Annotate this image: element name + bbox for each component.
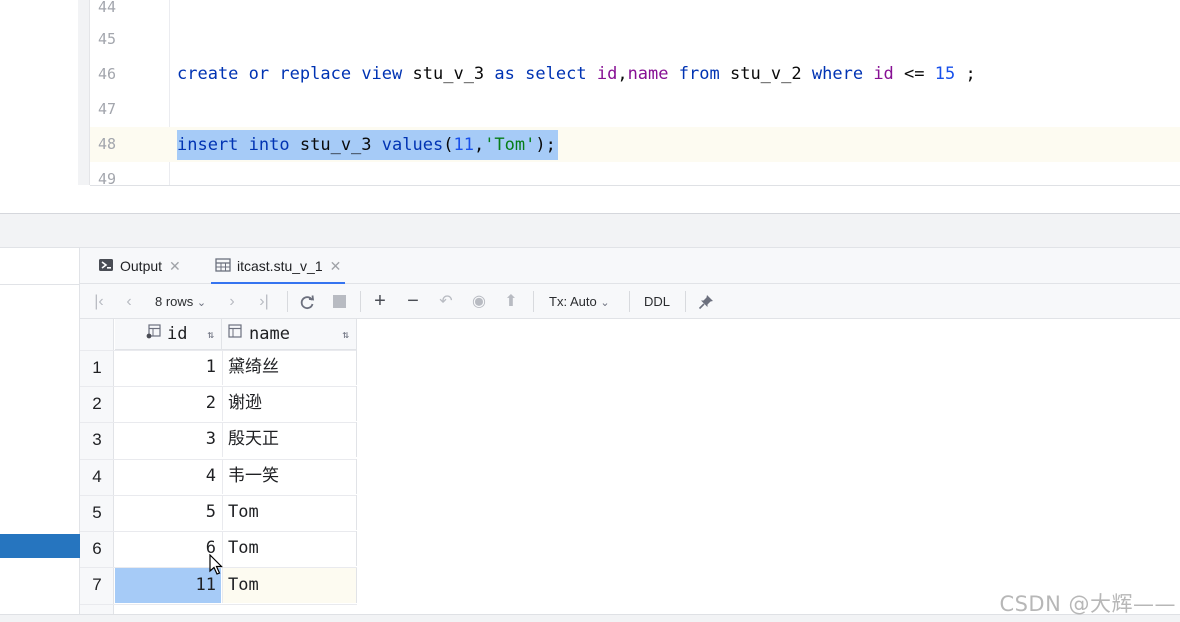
cell-id-selected[interactable]: 11 bbox=[115, 568, 221, 603]
toolbar-separator bbox=[629, 291, 630, 312]
editor-bottom-area bbox=[90, 185, 1180, 213]
key-column-icon bbox=[146, 324, 161, 344]
result-tabs: Output ✕ itcast.stu_v_1 ✕ bbox=[80, 248, 1180, 285]
cell-id[interactable]: 2 bbox=[115, 386, 221, 421]
add-row-icon[interactable]: + bbox=[369, 284, 391, 319]
code-line-47[interactable]: 47 bbox=[90, 92, 1180, 127]
row-number[interactable]: 2 bbox=[80, 386, 114, 422]
cell-name[interactable]: 韦一笑 bbox=[222, 459, 357, 494]
cell-name[interactable]: Tom bbox=[222, 531, 357, 566]
close-icon[interactable]: ✕ bbox=[330, 258, 342, 275]
cell-id[interactable]: 6 bbox=[115, 531, 221, 566]
row-number[interactable]: 5 bbox=[80, 495, 114, 531]
cell-id[interactable]: 4 bbox=[115, 459, 221, 494]
code-text-insert-selected[interactable]: insert into stu_v_3 values(11,'Tom'); bbox=[177, 130, 558, 160]
cell-name[interactable]: Tom bbox=[222, 495, 357, 530]
transaction-mode-selector[interactable]: Tx: Auto ⌄ bbox=[549, 284, 610, 319]
cell-name[interactable]: 殷天正 bbox=[222, 422, 357, 457]
submit-icon[interactable]: ⬆ bbox=[500, 284, 522, 319]
cell-name[interactable]: 谢逊 bbox=[222, 386, 357, 421]
previous-page-icon[interactable]: ‹ bbox=[120, 284, 138, 319]
rows-count-selector[interactable]: 8 rows ⌄ bbox=[155, 284, 206, 319]
column-header-name[interactable]: name ⇅ bbox=[222, 319, 357, 350]
row-number[interactable]: 3 bbox=[80, 422, 114, 458]
delete-row-icon[interactable]: − bbox=[402, 284, 424, 319]
csdn-watermark: CSDN @大辉—— bbox=[999, 592, 1176, 616]
sort-icon[interactable]: ⇅ bbox=[207, 319, 214, 350]
toolbar-separator bbox=[533, 291, 534, 312]
row-number[interactable]: 6 bbox=[80, 531, 114, 567]
divider bbox=[0, 284, 80, 285]
sort-icon[interactable]: ⇅ bbox=[342, 319, 349, 350]
cell-name[interactable]: Tom bbox=[222, 568, 357, 603]
tab-itcast-label: itcast.stu_v_1 bbox=[237, 258, 323, 274]
code-line-48[interactable]: 48 insert into stu_v_3 values(11,'Tom'); bbox=[90, 127, 1180, 162]
column-header-id[interactable]: id ⇅ bbox=[115, 319, 222, 350]
row-number[interactable]: 1 bbox=[80, 350, 114, 386]
code-line-46[interactable]: 46 create or replace view stu_v_3 as sel… bbox=[90, 57, 1180, 92]
editor-left-strip bbox=[78, 0, 90, 185]
ddl-button[interactable]: DDL bbox=[644, 284, 670, 319]
line-number: 48 bbox=[98, 135, 117, 153]
next-page-icon[interactable]: › bbox=[223, 284, 241, 319]
services-left-panel bbox=[0, 248, 80, 622]
last-page-icon[interactable]: ›| bbox=[253, 284, 275, 319]
mouse-cursor-icon bbox=[209, 554, 223, 575]
result-grid: id ⇅ name ⇅ 1 1 黛绮丝 2 2 谢逊 3 3 殷天正 4 4 韦… bbox=[80, 319, 357, 622]
column-header-label: name bbox=[249, 324, 290, 344]
refresh-icon[interactable] bbox=[296, 284, 318, 319]
panel-splitter[interactable] bbox=[0, 213, 1180, 248]
first-page-icon[interactable]: |‹ bbox=[90, 284, 108, 319]
code-text-create-view[interactable]: create or replace view stu_v_3 as select… bbox=[177, 57, 976, 92]
line-number: 45 bbox=[98, 30, 117, 48]
revert-icon[interactable]: ↶ bbox=[435, 284, 457, 319]
code-line-45[interactable]: 45 bbox=[90, 22, 1180, 57]
line-number: 49 bbox=[98, 170, 117, 185]
toolbar-separator bbox=[685, 291, 686, 312]
cell-id[interactable]: 1 bbox=[115, 350, 221, 385]
column-header-label: id bbox=[167, 324, 188, 344]
preview-changes-icon[interactable]: ◉ bbox=[468, 284, 490, 319]
line-number: 47 bbox=[98, 100, 117, 118]
chevron-down-icon: ⌄ bbox=[196, 297, 207, 309]
sql-editor[interactable]: 44 45 46 create or replace view stu_v_3 … bbox=[0, 0, 1180, 213]
table-icon bbox=[215, 257, 231, 276]
cell-id[interactable]: 5 bbox=[115, 495, 221, 530]
tx-mode-label: Tx: Auto bbox=[549, 294, 597, 309]
line-number: 46 bbox=[98, 65, 117, 83]
toolbar-separator bbox=[360, 291, 361, 312]
result-toolbar: |‹ ‹ 8 rows ⌄ › ›| + − ↶ ◉ ⬆ Tx: Auto ⌄ … bbox=[80, 284, 1180, 319]
rows-count-label: 8 rows bbox=[155, 294, 194, 309]
stop-icon[interactable] bbox=[329, 284, 349, 319]
row-number[interactable]: 4 bbox=[80, 459, 114, 495]
pin-icon[interactable] bbox=[695, 284, 717, 319]
selected-tree-item[interactable] bbox=[0, 534, 80, 558]
row-number[interactable]: 7 bbox=[80, 567, 114, 603]
close-icon[interactable]: ✕ bbox=[169, 258, 181, 275]
code-line-49[interactable]: 49 bbox=[90, 162, 1180, 185]
chevron-down-icon: ⌄ bbox=[600, 297, 610, 309]
column-icon bbox=[228, 324, 243, 344]
cell-name[interactable]: 黛绮丝 bbox=[222, 350, 357, 385]
console-icon bbox=[98, 257, 114, 276]
row-divider bbox=[80, 604, 357, 605]
toolbar-separator bbox=[287, 291, 288, 312]
tab-itcast-stu-v-1[interactable]: itcast.stu_v_1 ✕ bbox=[210, 248, 346, 285]
cell-id[interactable]: 3 bbox=[115, 422, 221, 457]
tab-output-label: Output bbox=[120, 258, 163, 274]
tab-output[interactable]: Output ✕ bbox=[98, 248, 181, 284]
